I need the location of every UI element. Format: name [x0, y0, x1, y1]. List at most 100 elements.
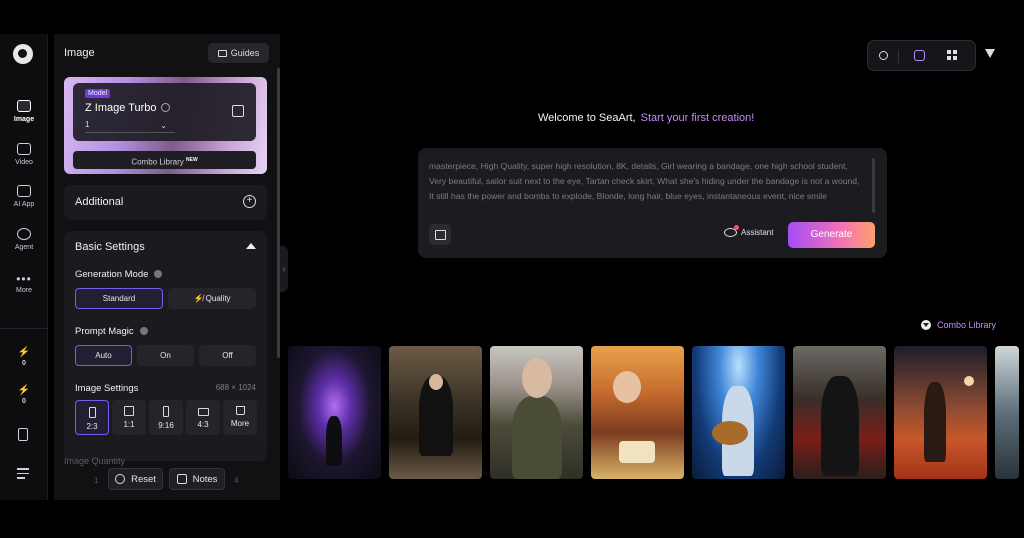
menu-icon[interactable] [17, 468, 29, 482]
model-version-select[interactable]: 1 ⌄ [85, 120, 175, 133]
assistant-toggle[interactable]: Assistant [724, 225, 774, 237]
welcome-message: Welcome to SeaArt, Start your first creat… [538, 112, 754, 124]
ratio-4-3-icon [197, 408, 209, 416]
prompt-scrollbar[interactable] [872, 158, 875, 213]
rail-item-label: More [16, 287, 32, 294]
model-card[interactable]: Model Z Image Turbo 1 ⌄ Combo Library NE… [64, 77, 267, 174]
gallery-image-explorer[interactable] [894, 346, 987, 479]
assistant-icon [724, 225, 739, 237]
search-icon[interactable] [879, 51, 888, 60]
info-icon[interactable] [160, 103, 170, 112]
top-toolbar [867, 40, 976, 71]
assistant-label: Assistant [741, 228, 774, 237]
reset-label: Reset [131, 473, 156, 485]
notes-button[interactable]: Notes [169, 468, 225, 490]
grid-view-icon[interactable] [947, 50, 957, 60]
welcome-text: Welcome to SeaArt, [538, 112, 636, 124]
rail-divider [0, 328, 48, 329]
ratio-2-3-icon [88, 407, 96, 418]
image-size-value: 688 × 1024 [215, 383, 256, 392]
additional-label: Additional [75, 196, 124, 208]
generation-mode-label: Generation Mode [75, 269, 163, 280]
generate-button[interactable]: Generate [788, 222, 875, 248]
model-name: Z Image Turbo [85, 102, 170, 114]
additional-section[interactable]: Additional + [64, 185, 267, 220]
guides-button[interactable]: Guides [208, 43, 269, 63]
model-tag: Model [85, 89, 111, 98]
collapse-panel-handle[interactable]: ‹ [280, 246, 288, 292]
mobile-app-icon[interactable] [18, 428, 28, 441]
combo-library-link[interactable]: Combo Library [921, 320, 996, 330]
mode-standard-button[interactable]: Standard [75, 288, 163, 309]
dropdown-circle-icon [921, 320, 931, 330]
reset-button[interactable]: Reset [108, 468, 163, 490]
prompt-magic-label: Prompt Magic [75, 326, 148, 337]
book-icon [217, 49, 227, 57]
notes-icon [176, 474, 187, 484]
notes-label: Notes [192, 473, 218, 485]
rail-item-image[interactable]: Image [0, 100, 48, 123]
prompt-textarea[interactable]: masterpiece, High Quality, super high re… [429, 159, 864, 204]
model-version-value: 1 [85, 120, 90, 129]
ratio-1-1-button[interactable]: 1:1 [112, 400, 146, 435]
gallery-image-partial[interactable] [995, 346, 1019, 479]
welcome-highlight[interactable]: Start your first creation! [641, 112, 755, 124]
mode-quality-button[interactable]: ⚡̸ Quality [168, 288, 256, 309]
image-icon [17, 100, 31, 112]
basic-settings-label[interactable]: Basic Settings [75, 241, 145, 253]
gallery-image-portal[interactable] [288, 346, 381, 479]
rail-item-ai-app[interactable]: AI App [0, 185, 48, 208]
rail-item-label: AI App [13, 201, 35, 208]
credits-stat[interactable]: ⚡ 0 [0, 385, 48, 406]
help-icon[interactable] [139, 327, 148, 335]
swap-model-icon[interactable] [232, 105, 244, 117]
ratio-4-3-button[interactable]: 4:3 [186, 400, 220, 435]
image-upload-icon[interactable] [429, 224, 451, 245]
panel-title: Image [64, 47, 95, 59]
gallery-image-soldier[interactable] [490, 346, 583, 479]
chevron-down-icon: ⌄ [160, 121, 167, 130]
prompt-magic-off[interactable]: Off [199, 345, 256, 366]
energy-value: 0 [22, 360, 26, 367]
ratio-2-3-button[interactable]: 2:3 [75, 400, 109, 435]
video-icon [17, 143, 31, 155]
gallery-image-birthday[interactable] [591, 346, 684, 479]
new-badge: NEW [186, 157, 198, 163]
basic-settings-section: Basic Settings Generation Mode Standard … [64, 231, 267, 461]
prompt-magic-auto[interactable]: Auto [75, 345, 132, 366]
rail-item-label: Agent [14, 244, 34, 251]
combo-library-button[interactable]: Combo Library NEW [73, 151, 256, 169]
image-quantity-label: Image Quantity [64, 456, 126, 466]
energy-stat[interactable]: ⚡ 0 [0, 347, 48, 368]
rail-item-label: Video [15, 159, 33, 166]
prompt-magic-on[interactable]: On [137, 345, 194, 366]
rail-item-more[interactable]: ••• More [0, 272, 48, 294]
model-info-box: Model Z Image Turbo 1 ⌄ [73, 83, 256, 141]
ai-app-icon [17, 185, 31, 197]
bolt-yellow-icon: ⚡ [17, 347, 31, 358]
toolbar-divider [898, 50, 899, 63]
add-icon[interactable]: + [243, 195, 256, 208]
bolt-purple-icon: ⚡ [17, 385, 31, 396]
gallery-image-cats[interactable] [389, 346, 482, 479]
panel-scrollbar[interactable] [277, 68, 280, 358]
help-icon[interactable] [154, 270, 163, 278]
rail-item-video[interactable]: Video [0, 143, 48, 166]
more-icon: ••• [16, 272, 32, 286]
reset-icon [115, 474, 126, 484]
rail-item-agent[interactable]: Agent [0, 228, 48, 251]
gallery-image-warrior[interactable] [793, 346, 886, 479]
filter-icon[interactable] [985, 49, 995, 58]
prompt-box: masterpiece, High Quality, super high re… [418, 148, 887, 258]
combo-library-label: Combo Library [937, 320, 997, 330]
rail-item-label: Image [13, 116, 35, 123]
ratio-9-16-button[interactable]: 9:16 [149, 400, 183, 435]
ratio-more-button[interactable]: More [223, 400, 257, 435]
image-settings-label: Image Settings [75, 383, 139, 394]
collapse-caret-icon[interactable] [246, 243, 256, 249]
seaart-logo-icon[interactable] [13, 44, 33, 64]
gallery-image-guitarist[interactable] [692, 346, 785, 479]
ratio-9-16-icon [163, 406, 169, 417]
user-gallery-icon[interactable] [914, 50, 925, 61]
guides-label: Guides [230, 48, 260, 58]
